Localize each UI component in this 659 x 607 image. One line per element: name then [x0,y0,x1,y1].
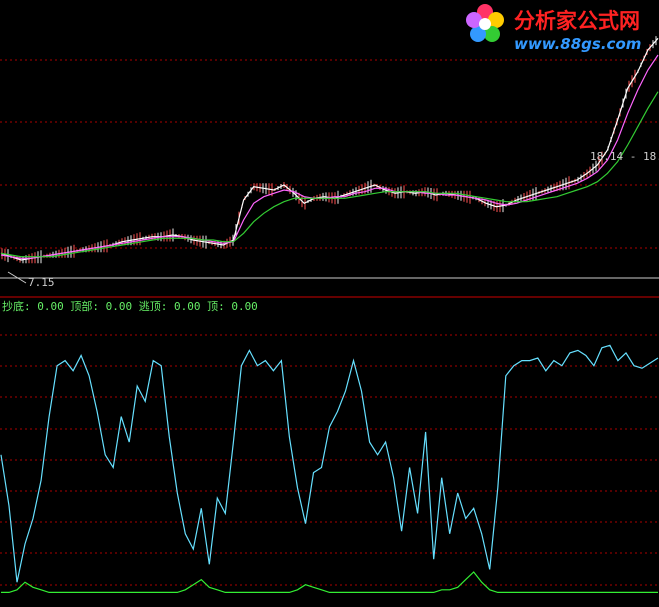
indicator-header: 抄底: 0.00 顶部: 0.00 逃顶: 0.00 顶: 0.00 [2,299,258,313]
upper-grid [0,59,659,249]
series-line-1-0 [0,344,659,583]
price-lines [0,37,659,261]
watermark: 分析家公式网 www.88gs.com [466,4,641,53]
low-price-label: 7.15 [28,276,55,289]
chart-canvas: 7.15 18.14 - 18.50 抄底: 0.00 顶部: 0.00 逃顶:… [0,4,659,594]
flower-logo-icon [466,4,504,42]
series-line-0-2 [0,91,659,258]
brand-text: 分析家公式网 [514,9,640,33]
series-line-1-1 [1,571,658,594]
range-label: 18.14 - 18.50 [590,150,659,163]
price-bars [1,36,657,264]
series-line-0-0 [0,37,659,261]
lower-grid [0,334,659,586]
series-line-0-1 [0,54,659,259]
chart-window: 7.15 18.14 - 18.50 抄底: 0.00 顶部: 0.00 逃顶:… [0,0,659,607]
oscillator-lines [0,344,659,594]
site-url: www.88gs.com [514,35,641,53]
